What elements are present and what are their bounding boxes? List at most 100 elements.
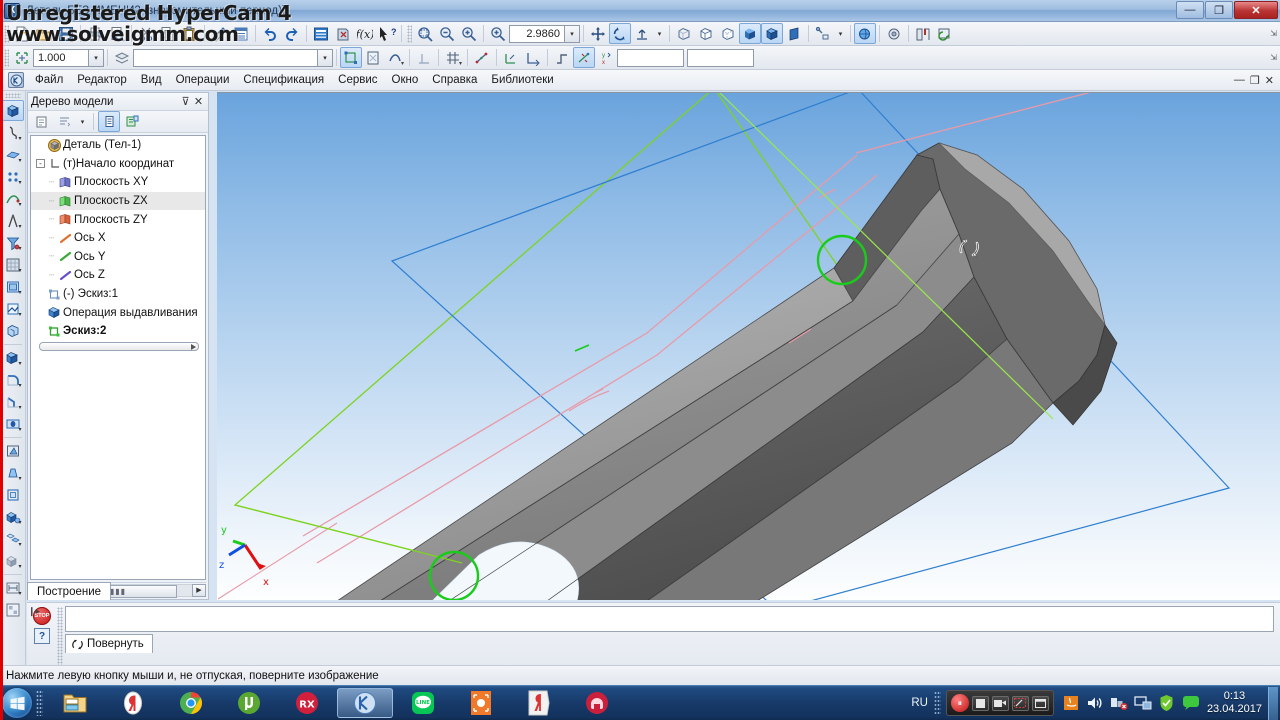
tree-node-axis-z[interactable]: ┄ Ось Z xyxy=(31,266,205,285)
taskbar-yandex[interactable] xyxy=(511,688,567,718)
mass-icon[interactable] xyxy=(2,599,24,620)
tree-node-axis-x[interactable]: ┄ Ось X xyxy=(31,229,205,248)
layers-icon[interactable] xyxy=(111,47,133,68)
tree-node-sketch-1[interactable]: (-) Эскиз:1 xyxy=(31,285,205,304)
property-bar-grip[interactable] xyxy=(57,607,63,665)
start-button[interactable] xyxy=(2,688,32,718)
simplify-icon[interactable] xyxy=(883,23,905,44)
collapse-expander[interactable]: - xyxy=(36,159,45,169)
property-input-field[interactable] xyxy=(65,606,1274,632)
taskbar-kompas[interactable] xyxy=(337,688,393,718)
property-bar-collapse-icon[interactable]: ❙▸ xyxy=(28,606,40,617)
properties-icon[interactable] xyxy=(230,23,252,44)
current-state-grip[interactable] xyxy=(4,48,9,67)
tray-grip[interactable] xyxy=(933,691,941,715)
zoom-out-step-icon[interactable] xyxy=(436,23,458,44)
hide-all-icon[interactable] xyxy=(854,23,876,44)
open-document-icon[interactable] xyxy=(33,23,55,44)
toolbar-grip[interactable] xyxy=(4,24,9,43)
align-icon[interactable] xyxy=(522,47,544,68)
tree-view-struct-icon[interactable] xyxy=(121,111,143,132)
taskbar-line[interactable]: LINE xyxy=(395,688,451,718)
region-icon[interactable] xyxy=(1011,695,1029,711)
print-preview-icon[interactable] xyxy=(106,23,128,44)
layer-combo[interactable]: ▾ xyxy=(133,48,333,67)
hypercam-pause-button[interactable]: ⏸ xyxy=(950,694,969,712)
pan-icon[interactable] xyxy=(587,23,609,44)
sketch-mode-icon[interactable] xyxy=(362,47,384,68)
tree-filter-dropdown[interactable]: ▾ xyxy=(76,111,89,132)
snap-points-icon[interactable] xyxy=(471,47,493,68)
snap-icon[interactable] xyxy=(11,47,33,68)
paste-icon[interactable] xyxy=(179,23,201,44)
hypercam-stop-button[interactable] xyxy=(971,695,989,711)
menu-window[interactable]: Окно xyxy=(385,71,426,89)
mirror-icon[interactable]: ▾ xyxy=(2,528,24,549)
zoom-level-combo[interactable]: 2.9860 ▾ xyxy=(509,24,580,43)
perspective-icon[interactable] xyxy=(783,23,805,44)
tree-node-plane-xy[interactable]: ┄ Плоскость XY xyxy=(31,173,205,192)
context-help-icon[interactable]: ? xyxy=(376,23,398,44)
model-viewport-3d[interactable]: x y z xyxy=(217,92,1280,600)
toolbar-overflow[interactable]: ⇲ xyxy=(1270,29,1277,38)
coordinates-icon[interactable]: yx xyxy=(595,47,617,68)
hidden-lines-thin-icon[interactable] xyxy=(695,23,717,44)
tab-construction[interactable]: Построение xyxy=(27,582,112,600)
network-error-icon[interactable] xyxy=(1109,693,1129,713)
boolean-icon[interactable]: ▾ xyxy=(2,506,24,527)
redo-icon[interactable] xyxy=(281,23,303,44)
copy-icon[interactable] xyxy=(157,23,179,44)
mdi-restore-button[interactable]: ❐ xyxy=(1250,74,1260,87)
scale-value[interactable]: 1.000 xyxy=(33,48,89,67)
camera-icon[interactable] xyxy=(991,695,1009,711)
layer-value[interactable] xyxy=(133,48,318,67)
taskbar-clock[interactable]: 0:13 23.04.2017 xyxy=(1207,690,1262,716)
menu-operations[interactable]: Операции xyxy=(169,71,237,89)
cut-icon[interactable] xyxy=(135,23,157,44)
volume-icon[interactable] xyxy=(1085,693,1105,713)
zoom-window-icon[interactable] xyxy=(414,23,436,44)
tree-position-marker[interactable] xyxy=(39,341,199,351)
shaded-icon[interactable] xyxy=(739,23,761,44)
tree-node-plane-zx[interactable]: ┄ Плоскость ZX xyxy=(31,191,205,211)
menu-view[interactable]: Вид xyxy=(134,71,169,89)
window-icon[interactable] xyxy=(1031,695,1049,711)
wireframe-icon[interactable] xyxy=(673,23,695,44)
curve-icon[interactable]: ▾ xyxy=(384,47,406,68)
taskbar-orange-app[interactable] xyxy=(453,688,509,718)
vertical-toolbar-grip[interactable] xyxy=(4,93,21,98)
cut-extrude-icon[interactable]: ▾ xyxy=(2,347,24,368)
menu-help[interactable]: Справка xyxy=(425,71,484,89)
zoom-level-value[interactable]: 2.9860 xyxy=(509,24,565,43)
y-coordinate-field[interactable] xyxy=(687,48,754,67)
rotate-icon[interactable] xyxy=(609,23,631,44)
array-icon[interactable]: ▾ xyxy=(2,254,24,275)
close-button[interactable]: ✕ xyxy=(1234,1,1278,19)
menu-specification[interactable]: Спецификация xyxy=(236,71,331,89)
tree-structure-icon[interactable] xyxy=(30,111,52,132)
sketch-icon[interactable]: ▾ xyxy=(2,298,24,319)
grid-icon[interactable]: ▾ xyxy=(442,47,464,68)
filter-icon[interactable]: ▾ xyxy=(2,232,24,253)
step-icon[interactable] xyxy=(551,47,573,68)
menu-libraries[interactable]: Библиотеки xyxy=(484,71,560,89)
taskbar-utorrent[interactable] xyxy=(221,688,277,718)
fillet-icon[interactable]: ▾ xyxy=(2,369,24,390)
orient-dropdown[interactable]: ▾ xyxy=(653,23,666,44)
zoom-toolbar-grip[interactable] xyxy=(407,24,412,43)
taskbar-grip[interactable] xyxy=(36,690,43,716)
model-tree-list[interactable]: Деталь (Тел-1) - (т)Начало координат ┄ П… xyxy=(30,135,206,580)
loft-icon[interactable]: ▾ xyxy=(2,144,24,165)
rebuild-icon[interactable] xyxy=(332,23,354,44)
pin-icon[interactable]: ⊽ xyxy=(179,95,192,108)
zoom-scale-icon[interactable] xyxy=(487,23,509,44)
taskbar-audio-app[interactable] xyxy=(569,688,625,718)
mdi-close-button[interactable]: ✕ xyxy=(1265,74,1274,87)
tree-node-sketch-2[interactable]: Эскиз:2 xyxy=(31,322,205,341)
close-panel-icon[interactable]: ✕ xyxy=(192,95,205,108)
tree-node-part[interactable]: Деталь (Тел-1) xyxy=(31,136,205,155)
property-tab-rotate[interactable]: Повернуть xyxy=(65,634,153,653)
settings-icon[interactable] xyxy=(912,23,934,44)
hidden-lines-dashed-icon[interactable] xyxy=(717,23,739,44)
shaded-edges-icon[interactable] xyxy=(761,23,783,44)
